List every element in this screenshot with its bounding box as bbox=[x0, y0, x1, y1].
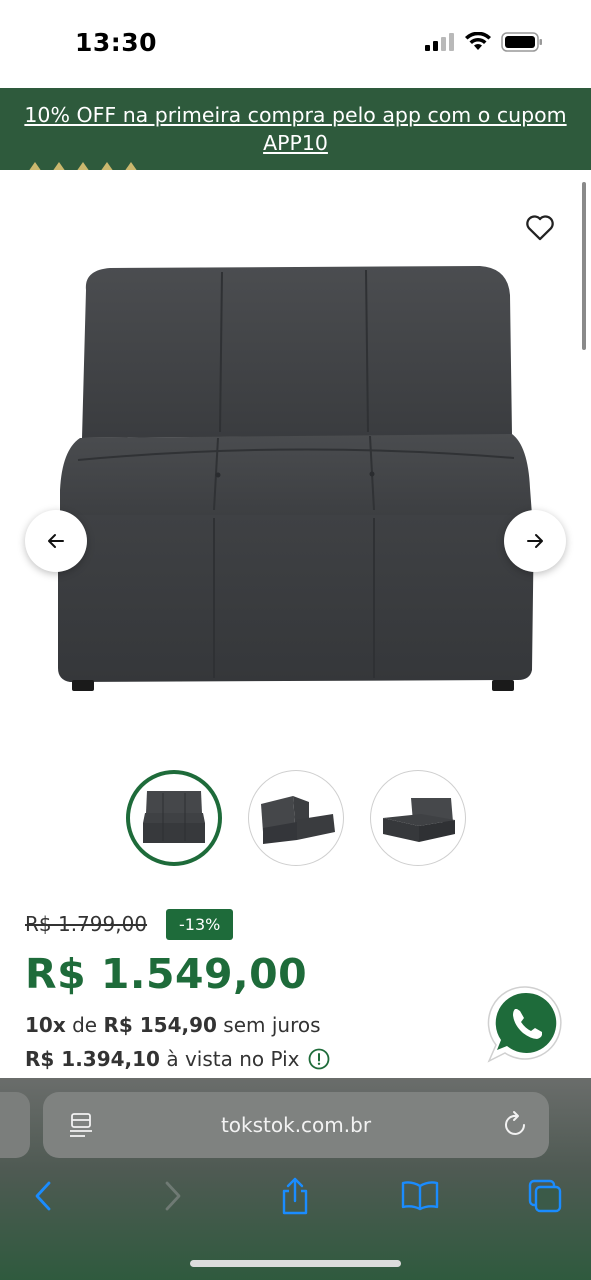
browser-chrome: tokstok.com.br bbox=[0, 1078, 591, 1280]
whatsapp-button[interactable] bbox=[485, 983, 567, 1065]
thumbnail-side-view[interactable] bbox=[370, 770, 466, 866]
pix-price: R$ 1.394,10 bbox=[25, 1047, 160, 1071]
status-time: 13:30 bbox=[75, 28, 158, 57]
tabs-icon bbox=[528, 1179, 562, 1213]
arrow-left-icon bbox=[48, 534, 64, 548]
status-bar: 13:30 bbox=[0, 0, 591, 88]
app-screen: 13:30 10% OFF na primeira compra pelo ap… bbox=[0, 0, 591, 1280]
reload-icon[interactable] bbox=[503, 1110, 529, 1145]
previous-tab-peek[interactable] bbox=[0, 1092, 30, 1158]
thumbnail-front-view[interactable] bbox=[126, 770, 222, 866]
gallery-prev-button[interactable] bbox=[25, 510, 87, 572]
pix-suffix: à vista no Pix bbox=[166, 1047, 300, 1071]
gallery-next-button[interactable] bbox=[504, 510, 566, 572]
promo-text[interactable]: 10% OFF na primeira compra pelo app com … bbox=[24, 103, 566, 155]
tabs-button[interactable] bbox=[523, 1174, 567, 1218]
favorite-button[interactable] bbox=[523, 210, 557, 244]
thumbnail-strip bbox=[126, 770, 466, 866]
discount-badge: -13% bbox=[166, 909, 234, 940]
back-button[interactable] bbox=[22, 1174, 66, 1218]
info-circle-icon[interactable] bbox=[308, 1048, 330, 1070]
home-indicator[interactable] bbox=[190, 1260, 401, 1267]
forward-button[interactable] bbox=[150, 1174, 194, 1218]
arrow-right-icon bbox=[527, 534, 543, 548]
bookmarks-icon bbox=[401, 1181, 439, 1211]
battery-icon bbox=[501, 32, 543, 57]
forward-icon bbox=[165, 1181, 181, 1211]
thumbnail-back-view[interactable] bbox=[248, 770, 344, 866]
installments-suffix: sem juros bbox=[223, 1013, 321, 1037]
current-price: R$ 1.549,00 bbox=[25, 950, 308, 998]
browser-toolbar bbox=[0, 1174, 591, 1218]
promo-banner[interactable]: 10% OFF na primeira compra pelo app com … bbox=[0, 88, 591, 170]
product-gallery[interactable] bbox=[0, 170, 591, 750]
url-text[interactable]: tokstok.com.br bbox=[43, 1113, 549, 1137]
signal-icon bbox=[425, 33, 455, 56]
back-icon bbox=[35, 1181, 51, 1211]
installments-count: 10x bbox=[25, 1013, 66, 1037]
share-button[interactable] bbox=[273, 1174, 317, 1218]
status-icons bbox=[425, 31, 543, 57]
installments-info: 10x de R$ 154,90 sem juros bbox=[25, 1013, 321, 1037]
address-bar[interactable]: tokstok.com.br bbox=[43, 1092, 549, 1158]
wifi-icon bbox=[464, 31, 492, 57]
pix-info: R$ 1.394,10 à vista no Pix bbox=[25, 1047, 330, 1071]
bookmarks-button[interactable] bbox=[398, 1174, 442, 1218]
share-icon bbox=[282, 1177, 308, 1215]
whatsapp-icon bbox=[487, 986, 562, 1063]
installments-value: R$ 154,90 bbox=[103, 1013, 217, 1037]
product-image bbox=[58, 266, 534, 691]
old-price: R$ 1.799,00 bbox=[25, 912, 148, 936]
heart-outline-icon bbox=[526, 215, 554, 241]
installments-de: de bbox=[72, 1013, 98, 1037]
